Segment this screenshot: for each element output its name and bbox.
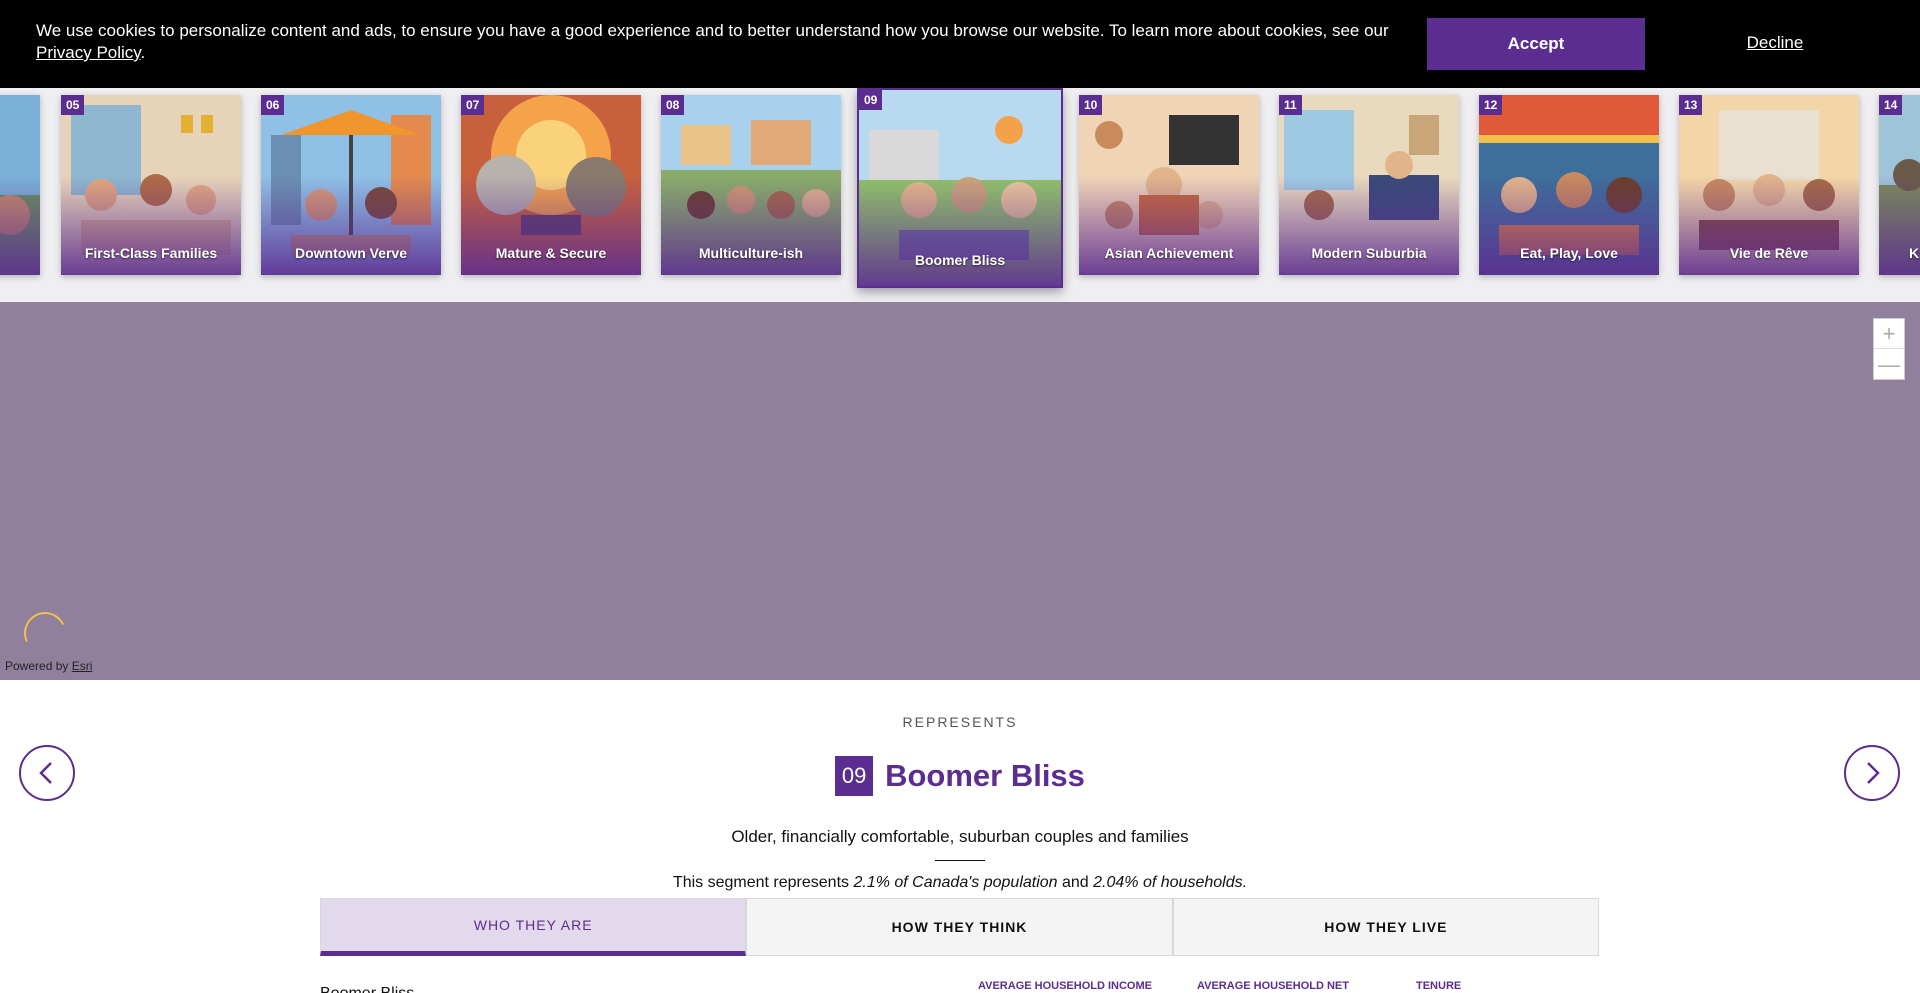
segment-map[interactable] — [0, 302, 1920, 680]
segment-share-statement: This segment represents 2.1% of Canada's… — [0, 874, 1920, 892]
cookie-message-period: . — [140, 43, 146, 62]
segment-card-12[interactable]: 12 Eat, Play, Love — [1479, 95, 1659, 275]
segment-number: 06 — [261, 95, 285, 115]
segment-number: 11 — [1279, 95, 1302, 115]
divider — [935, 860, 985, 861]
segment-card-04[interactable] — [0, 95, 40, 275]
segment-card-09[interactable]: 09 Boomer Bliss — [857, 88, 1063, 288]
segment-title: Vie de Rêve — [1729, 245, 1809, 261]
segment-name: Boomer Bliss — [885, 758, 1085, 793]
segment-card-07[interactable]: 07 Mature & Secure — [461, 95, 641, 275]
segment-card-08[interactable]: 08 Multiculture-ish — [661, 95, 841, 275]
tab-who-they-are[interactable]: WHO THEY ARE — [320, 898, 747, 956]
segment-number: 05 — [61, 95, 85, 115]
segment-carousel: 05 First-Class Families 06 Downtown Verv… — [0, 88, 1920, 302]
represents-label: REPRESENTS — [902, 714, 1018, 730]
segment-title: Mature & Secure — [495, 245, 607, 261]
segment-title: Boomer Bliss — [914, 252, 1006, 268]
population-share: 2.1% of Canada's population — [853, 874, 1058, 891]
segment-title: Multiculture-ish — [698, 245, 804, 261]
segment-title: Eat, Play, Love — [1520, 245, 1618, 261]
tab-how-they-live[interactable]: HOW THEY LIVE — [1172, 898, 1599, 956]
stat-label-tenure: TENURE — [1416, 980, 1462, 992]
segment-tagline: Older, financially comfortable, suburban… — [731, 827, 1189, 846]
cookie-message: We use cookies to personalize content an… — [36, 20, 1406, 64]
esri-link[interactable]: Esri — [72, 659, 93, 673]
segment-number: 12 — [1479, 95, 1503, 115]
card-shade — [0, 176, 40, 275]
stat-connector: and — [1057, 874, 1094, 891]
segment-title: Asian Achievement — [1104, 245, 1234, 261]
privacy-policy-link[interactable]: Privacy Policy — [36, 43, 141, 62]
next-segment-button[interactable] — [1844, 745, 1900, 801]
stat-label-income: AVERAGE HOUSEHOLD INCOME — [978, 980, 1152, 992]
segment-title: K — [1909, 245, 1920, 261]
decline-cookies-link[interactable]: Decline — [1720, 33, 1830, 53]
zoom-control: + — — [1873, 318, 1905, 380]
segment-number-badge: 09 — [835, 756, 874, 796]
map-attribution: Powered by Esri — [5, 659, 92, 673]
stat-label-net-worth: AVERAGE HOUSEHOLD NET — [1197, 980, 1349, 992]
segment-title: Modern Suburbia — [1311, 245, 1427, 261]
zoom-in-button[interactable]: + — [1874, 319, 1904, 349]
segment-card-05[interactable]: 05 First-Class Families — [61, 95, 241, 275]
stat-prefix: This segment represents — [672, 874, 854, 891]
segment-title: First-Class Families — [84, 245, 218, 261]
segment-card-10[interactable]: 10 Asian Achievement — [1079, 95, 1259, 275]
segment-card-06[interactable]: 06 Downtown Verve — [261, 95, 441, 275]
segment-number: 09 — [859, 90, 883, 110]
segment-number: 07 — [461, 95, 485, 115]
segment-title: Downtown Verve — [294, 245, 408, 261]
segment-description: Boomer Bliss — [320, 985, 414, 993]
segment-number: 10 — [1079, 95, 1103, 115]
chevron-right-icon — [1867, 762, 1880, 784]
cookie-banner: We use cookies to personalize content an… — [0, 0, 1920, 88]
household-share: 2.04% of households. — [1093, 874, 1248, 891]
cookie-message-text: We use cookies to personalize content an… — [36, 21, 1389, 40]
accept-cookies-button[interactable]: Accept — [1427, 18, 1645, 70]
segment-card-11[interactable]: 11 Modern Suburbia — [1279, 95, 1459, 275]
card-shade — [859, 178, 1061, 286]
segment-card-13[interactable]: 13 Vie de Rêve — [1679, 95, 1859, 275]
zoom-out-button[interactable]: — — [1874, 350, 1904, 380]
segment-number: 14 — [1879, 95, 1903, 115]
segment-number: 13 — [1679, 95, 1703, 115]
attribution-prefix: Powered by — [5, 659, 72, 673]
segment-card-14[interactable]: 14 K — [1879, 95, 1920, 275]
segment-number: 08 — [661, 95, 685, 115]
tab-how-they-think[interactable]: HOW THEY THINK — [746, 898, 1173, 956]
segment-tabs: WHO THEY ARE HOW THEY THINK HOW THEY LIV… — [320, 898, 1599, 956]
segment-heading: 09 Boomer Bliss — [0, 755, 1920, 797]
